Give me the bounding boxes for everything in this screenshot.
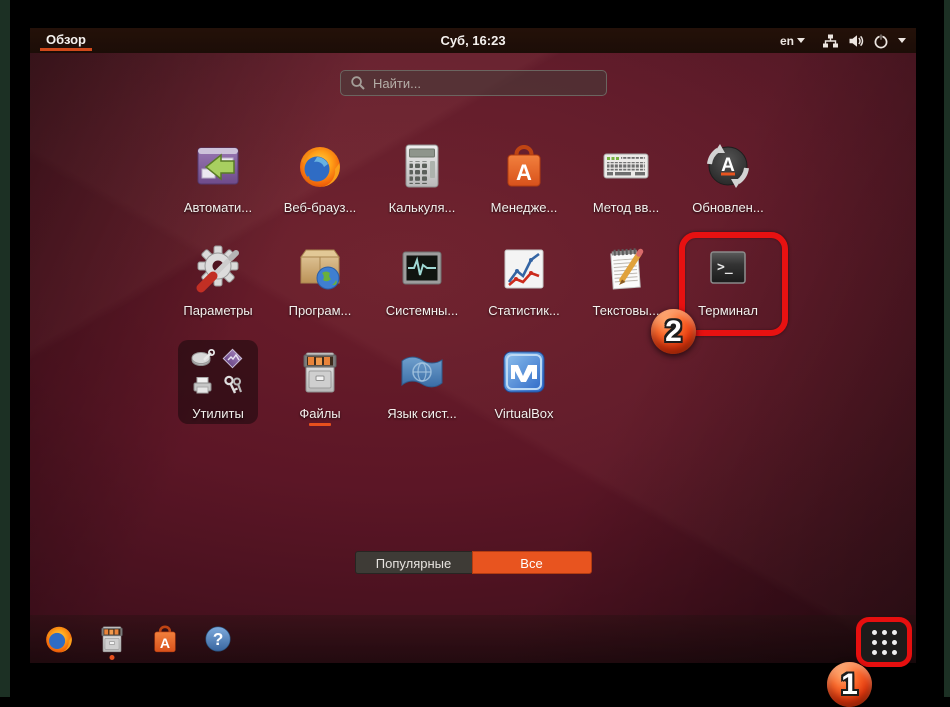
app-label: Статистик... — [488, 303, 560, 318]
running-indicator — [110, 655, 115, 660]
app-web-browser[interactable]: Веб-брауз... — [269, 134, 371, 237]
language-flag-icon — [394, 344, 450, 400]
network-wired-icon — [822, 33, 839, 49]
app-label: Програм... — [289, 303, 352, 318]
top-bar: Обзор Суб, 16:23 en — [30, 28, 916, 53]
frequent-apps-button[interactable]: Популярные — [355, 551, 472, 574]
files-icon — [292, 344, 348, 400]
step-2-badge: 2 — [651, 309, 696, 354]
system-status-area[interactable]: en — [780, 33, 906, 49]
step-1-badge: 1 — [827, 662, 872, 707]
disk-utility-icon — [191, 347, 215, 371]
app-label: Менедже... — [491, 200, 558, 215]
dock-help-button[interactable]: ? — [199, 617, 237, 661]
show-applications-grid-icon — [872, 630, 897, 655]
image-viewer-icon — [221, 347, 245, 371]
folder-label: Утилиты — [192, 406, 244, 421]
app-system-monitor[interactable]: Системны... — [371, 237, 473, 340]
app-label: Обновлен... — [692, 200, 763, 215]
app-startup-applications[interactable]: Автомати... — [167, 134, 269, 237]
dock: A ? 1 — [30, 615, 916, 663]
utilities-folder-icon — [190, 344, 246, 400]
svg-text:?: ? — [213, 629, 224, 649]
package-globe-icon — [292, 241, 348, 297]
firefox-icon — [41, 621, 77, 657]
dock-files-button[interactable] — [93, 617, 131, 661]
app-label: Параметры — [183, 303, 252, 318]
running-indicator — [309, 423, 331, 426]
app-system-language[interactable]: Язык сист... — [371, 340, 473, 443]
category-toggle: Популярные Все — [30, 551, 916, 574]
text-editor-icon — [598, 241, 654, 297]
ubuntu-software-icon: A — [147, 621, 183, 657]
virtualbox-icon — [496, 344, 552, 400]
terminal-icon: >_ — [700, 241, 756, 297]
app-programs[interactable]: Програм... — [269, 237, 371, 340]
ubuntu-activities-overview: Обзор Суб, 16:23 en — [30, 28, 916, 663]
app-label: Метод вв... — [593, 200, 659, 215]
app-software-updater[interactable]: A Обновлен... — [677, 134, 779, 237]
chevron-down-icon — [898, 38, 906, 43]
app-label: Автомати... — [184, 200, 252, 215]
dock-ubuntu-software-button[interactable]: A — [146, 617, 184, 661]
search-placeholder: Найти... — [373, 76, 421, 91]
power-icon — [873, 33, 889, 49]
app-label: Калькуля... — [389, 200, 456, 215]
search-input[interactable]: Найти... — [340, 70, 607, 96]
software-updater-icon: A — [700, 138, 756, 194]
app-input-method[interactable]: Метод вв... — [575, 134, 677, 237]
app-calculator[interactable]: Калькуля... — [371, 134, 473, 237]
help-icon: ? — [200, 621, 236, 657]
app-label: Текстовы... — [593, 303, 660, 318]
app-label: Веб-брауз... — [284, 200, 357, 215]
startup-applications-icon — [190, 138, 246, 194]
app-label: Терминал — [698, 303, 758, 318]
statistics-icon — [496, 241, 552, 297]
app-settings[interactable]: Параметры — [167, 237, 269, 340]
screen-bezel-left — [0, 0, 10, 697]
app-label: Системны... — [386, 303, 458, 318]
settings-icon — [190, 241, 246, 297]
app-files[interactable]: Файлы — [269, 340, 371, 443]
system-monitor-icon — [394, 241, 450, 297]
app-label: VirtualBox — [494, 406, 553, 421]
keyboard-layout-indicator[interactable]: en — [780, 34, 805, 48]
keyboard-layout-label: en — [780, 34, 794, 48]
volume-icon — [848, 33, 864, 49]
calculator-icon — [394, 138, 450, 194]
app-virtualbox[interactable]: VirtualBox — [473, 340, 575, 443]
show-applications-button[interactable] — [856, 617, 912, 667]
svg-text:>_: >_ — [717, 260, 733, 275]
ubuntu-software-icon: A — [496, 138, 552, 194]
chevron-down-icon — [797, 38, 805, 43]
app-label: Язык сист... — [387, 406, 457, 421]
app-terminal[interactable]: >_ Терминал 2 — [677, 237, 779, 340]
firefox-icon — [292, 138, 348, 194]
printer-icon — [191, 374, 215, 398]
files-icon — [94, 621, 130, 657]
app-statistics[interactable]: Статистик... — [473, 237, 575, 340]
all-apps-button[interactable]: Все — [472, 551, 592, 574]
screen-bezel-right — [944, 0, 950, 697]
passwords-keys-icon — [221, 374, 245, 398]
svg-text:A: A — [160, 635, 170, 651]
keyboard-input-icon — [598, 138, 654, 194]
svg-text:A: A — [516, 160, 532, 185]
app-label: Файлы — [299, 406, 340, 421]
app-software-manager[interactable]: A Менедже... — [473, 134, 575, 237]
search-icon — [350, 75, 366, 91]
dock-firefox-button[interactable] — [40, 617, 78, 661]
app-folder-utilities[interactable]: Утилиты — [167, 340, 269, 443]
app-grid: Автомати... Веб-брауз... — [30, 134, 916, 443]
